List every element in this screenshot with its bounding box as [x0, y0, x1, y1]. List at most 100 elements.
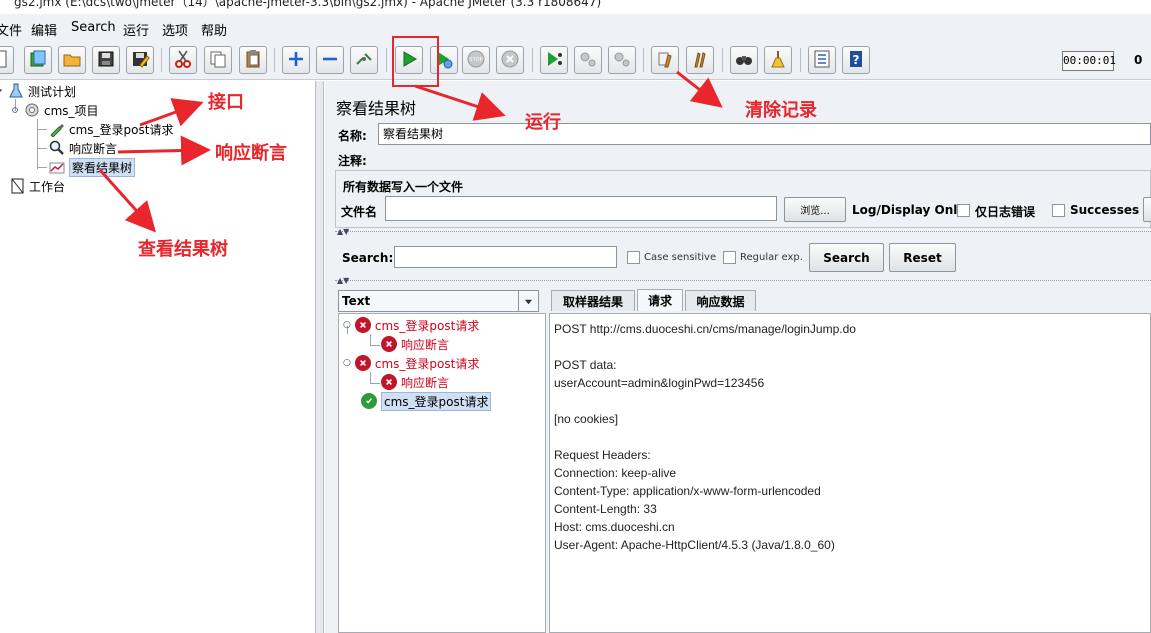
toggle-icon	[354, 49, 374, 72]
collapse-divider[interactable]	[335, 231, 1151, 232]
collapse-icon	[320, 49, 340, 72]
successes-checkbox[interactable]	[1052, 204, 1065, 217]
remote-start-button[interactable]	[540, 46, 568, 74]
success-shield-icon	[361, 393, 377, 409]
chevron-down-icon[interactable]	[518, 291, 538, 311]
renderer-select[interactable]: Text	[338, 290, 539, 312]
save-button[interactable]	[92, 46, 120, 74]
tree-label-workbench: 工作台	[29, 179, 66, 194]
tree-node-assertion[interactable]: 响应断言	[48, 139, 117, 157]
window-title: gs2.jmx (E:\dcs\two\jmeter（14）\apache-jm…	[14, 0, 602, 9]
result-child-item[interactable]: 响应断言	[381, 335, 449, 353]
help-icon: ?	[846, 49, 866, 72]
clear-button[interactable]	[651, 46, 679, 74]
error-count: 0	[1134, 53, 1143, 67]
chevron-expanded-icon[interactable]	[0, 82, 4, 100]
tree-node-http-request[interactable]: cms_登录post请求	[48, 120, 173, 138]
clear-all-button[interactable]	[686, 46, 714, 74]
search-icon	[734, 49, 754, 72]
expand-icon	[286, 49, 306, 72]
reset-button[interactable]: Reset	[889, 243, 956, 272]
remote-shutdown-button[interactable]	[608, 46, 636, 74]
pane-splitter[interactable]	[316, 81, 324, 633]
paste-button[interactable]	[239, 46, 267, 74]
comment-input[interactable]	[378, 148, 1151, 170]
start-no-pause-button[interactable]	[430, 46, 458, 74]
request-line: Host: cms.duoceshi.cn	[554, 520, 675, 534]
tree-node-workbench[interactable]: 工作台	[8, 177, 65, 195]
errors-only-checkbox[interactable]	[957, 204, 970, 217]
request-line: Content-Type: application/x-www-form-url…	[554, 484, 821, 498]
tree-node-view-results-tree[interactable]: 察看结果树	[48, 157, 136, 177]
svg-text:?: ?	[853, 53, 860, 67]
menu-options[interactable]: 选项	[162, 20, 188, 39]
copy-button[interactable]	[204, 46, 232, 74]
browse-button[interactable]: 浏览...	[784, 197, 846, 222]
save-as-button[interactable]	[126, 46, 154, 74]
tree-node-thread-group[interactable]: cms_项目	[10, 101, 99, 119]
collapse-divider-2[interactable]	[335, 280, 1151, 281]
toolbar: STOP ? 00:00:01 0	[0, 40, 1151, 80]
result-item[interactable]: ○ cms_登录post请求	[343, 354, 479, 372]
regex-checkbox[interactable]	[723, 251, 736, 264]
remote-stop-button[interactable]	[574, 46, 602, 74]
collapse-button[interactable]	[316, 46, 344, 74]
tree-label-test-plan: 测试计划	[28, 84, 77, 99]
toggle-button[interactable]	[350, 46, 378, 74]
tree-label-http-request: cms_登录post请求	[69, 122, 174, 137]
result-item[interactable]: ○ cms_登录post请求	[343, 316, 479, 334]
request-line: User-Agent: Apache-HttpClient/4.5.3 (Jav…	[554, 538, 835, 552]
tab-request[interactable]: 请求	[637, 289, 683, 311]
start-no-pause-icon	[434, 49, 454, 72]
templates-button[interactable]	[24, 46, 52, 74]
result-item-selected[interactable]: cms_登录post请求	[361, 391, 492, 411]
filename-input[interactable]	[385, 196, 777, 221]
request-detail-textarea[interactable]: POST http://cms.duoceshi.cn/cms/manage/l…	[549, 313, 1151, 633]
remote-stop-icon	[578, 49, 598, 72]
annotation-view-tree: 查看结果树	[138, 239, 228, 260]
tab-sampler-result[interactable]: 取样器结果	[551, 290, 635, 311]
remote-start-icon	[544, 49, 564, 72]
name-input[interactable]: 察看结果树	[378, 123, 1151, 145]
annotation-clear: 清除记录	[745, 100, 817, 121]
result-child-label: 响应断言	[401, 375, 450, 390]
menu-file[interactable]: 文件	[0, 20, 22, 39]
new-button[interactable]	[0, 46, 14, 74]
shutdown-button[interactable]	[496, 46, 524, 74]
search-button-panel[interactable]: Search	[809, 243, 884, 272]
tree-node-test-plan[interactable]: 测试计划	[0, 82, 76, 100]
node-connector-icon[interactable]: ○	[343, 320, 351, 330]
open-icon	[62, 49, 82, 72]
templates-icon	[28, 49, 48, 72]
menu-search[interactable]: Search	[71, 20, 116, 35]
menu-edit[interactable]: 编辑	[31, 20, 57, 39]
function-helper-button[interactable]	[808, 46, 836, 74]
configure-button[interactable]	[1143, 197, 1151, 222]
error-shield-icon	[381, 336, 397, 352]
save-as-icon	[130, 49, 150, 72]
node-connector-icon[interactable]: ○	[343, 358, 351, 368]
copy-icon	[208, 49, 228, 72]
test-plan-icon	[7, 82, 25, 100]
menu-run[interactable]: 运行	[123, 20, 149, 39]
result-child-item[interactable]: 响应断言	[381, 373, 449, 391]
help-button[interactable]: ?	[842, 46, 870, 74]
errors-only-label: 仅日志错误	[975, 205, 1036, 219]
collapse-arrows-icon[interactable]: ▲▼	[337, 227, 349, 236]
remote-shutdown-icon	[612, 49, 632, 72]
cut-button[interactable]	[169, 46, 197, 74]
collapse-arrows-icon-2[interactable]: ▲▼	[337, 276, 349, 285]
tab-response-data[interactable]: 响应数据	[685, 290, 756, 311]
reset-search-button[interactable]	[764, 46, 792, 74]
expand-button[interactable]	[282, 46, 310, 74]
menu-help[interactable]: 帮助	[201, 20, 227, 39]
shutdown-icon	[500, 49, 520, 72]
search-input[interactable]	[394, 246, 617, 268]
case-sensitive-checkbox[interactable]	[627, 251, 640, 264]
start-button[interactable]	[395, 46, 423, 74]
open-button[interactable]	[58, 46, 86, 74]
error-shield-icon	[354, 317, 371, 333]
search-button[interactable]	[730, 46, 758, 74]
result-item-label: cms_登录post请求	[381, 391, 492, 411]
stop-button[interactable]: STOP	[462, 46, 490, 74]
